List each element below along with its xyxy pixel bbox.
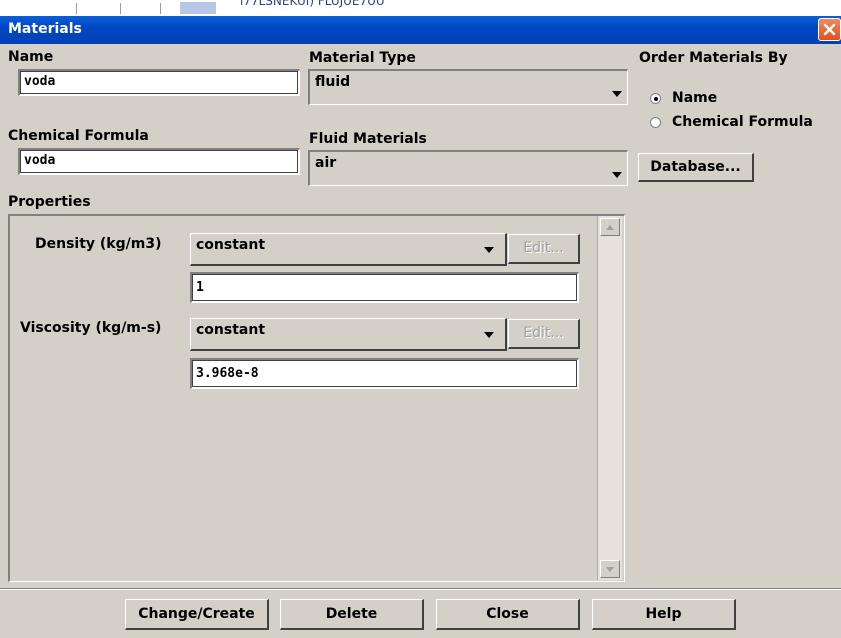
viscosity-edit-button[interactable]: Edit... bbox=[508, 319, 580, 349]
radio-selected-icon bbox=[650, 93, 661, 104]
chemical-formula-input[interactable]: voda bbox=[18, 148, 300, 175]
background-block bbox=[180, 2, 216, 14]
materials-dialog: Materials Name voda Chemical Formula vod… bbox=[0, 16, 841, 638]
scroll-down-button[interactable] bbox=[600, 560, 620, 578]
chevron-down-icon bbox=[612, 172, 622, 178]
background-text-fragment: i77LSNEKUI) FLUJUE7UU bbox=[240, 0, 385, 8]
density-value-input[interactable]: 1 bbox=[190, 272, 579, 303]
close-button[interactable]: Close bbox=[436, 599, 580, 630]
change-create-button[interactable]: Change/Create bbox=[125, 599, 269, 630]
density-edit-button[interactable]: Edit... bbox=[508, 234, 580, 264]
properties-label: Properties bbox=[8, 194, 91, 210]
arrow-down-icon bbox=[606, 567, 614, 572]
name-label: Name bbox=[8, 49, 54, 65]
fluid-materials-dropdown[interactable]: air bbox=[308, 150, 628, 186]
order-by-chemical-formula-option[interactable]: Chemical Formula bbox=[650, 114, 840, 132]
fluid-materials-label: Fluid Materials bbox=[309, 131, 427, 147]
density-label: Density (kg/m3) bbox=[35, 236, 162, 252]
name-input[interactable]: voda bbox=[18, 69, 300, 96]
chevron-down-icon bbox=[484, 332, 494, 338]
chemical-formula-label: Chemical Formula bbox=[8, 128, 149, 144]
help-button[interactable]: Help bbox=[592, 599, 736, 630]
order-materials-by-label: Order Materials By bbox=[639, 50, 788, 66]
order-by-name-label: Name bbox=[672, 90, 718, 106]
material-type-value: fluid bbox=[315, 74, 351, 90]
viscosity-value-input[interactable]: 3.968e-8 bbox=[190, 358, 579, 389]
database-button[interactable]: Database... bbox=[638, 153, 754, 182]
chevron-down-icon bbox=[484, 247, 494, 253]
material-type-dropdown[interactable]: fluid bbox=[308, 69, 628, 105]
viscosity-method-value: constant bbox=[196, 322, 266, 338]
density-method-value: constant bbox=[196, 237, 266, 253]
background-tick bbox=[120, 3, 121, 14]
properties-scrollbar[interactable] bbox=[597, 216, 622, 580]
density-method-dropdown[interactable]: constant bbox=[190, 233, 507, 266]
properties-panel bbox=[8, 214, 625, 582]
arrow-up-icon bbox=[606, 225, 614, 230]
scroll-up-button[interactable] bbox=[600, 218, 620, 236]
separator bbox=[0, 589, 841, 590]
window-title: Materials bbox=[8, 21, 82, 37]
material-type-label: Material Type bbox=[309, 50, 416, 66]
viscosity-method-dropdown[interactable]: constant bbox=[190, 318, 507, 351]
background-tick bbox=[160, 3, 161, 14]
fluid-materials-value: air bbox=[315, 155, 337, 171]
viscosity-label: Viscosity (kg/m-s) bbox=[20, 320, 162, 336]
order-by-name-option[interactable]: Name bbox=[650, 90, 830, 108]
chevron-down-icon bbox=[612, 91, 622, 97]
radio-unselected-icon bbox=[650, 117, 661, 128]
background-window-strip: i77LSNEKUI) FLUJUE7UU bbox=[0, 0, 841, 14]
order-by-chemical-formula-label: Chemical Formula bbox=[672, 114, 813, 130]
close-window-button[interactable] bbox=[818, 18, 841, 41]
delete-button[interactable]: Delete bbox=[280, 599, 424, 630]
background-tick bbox=[76, 3, 77, 14]
title-bar[interactable]: Materials bbox=[0, 16, 841, 44]
